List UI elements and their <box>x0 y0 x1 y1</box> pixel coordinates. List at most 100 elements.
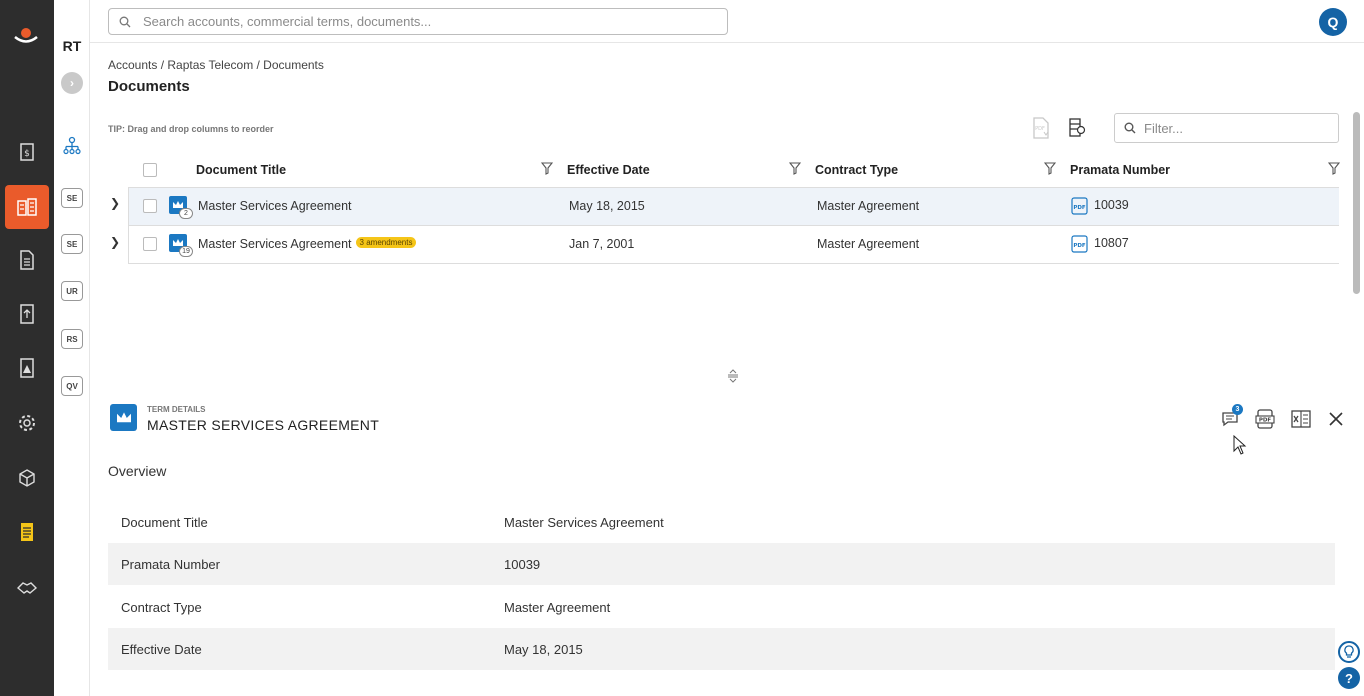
detail-value: 10039 <box>504 557 541 572</box>
detail-value: May 18, 2015 <box>504 642 583 657</box>
detail-label: Contract Type <box>121 600 202 615</box>
contract-type-cell: Master Agreement <box>817 237 920 251</box>
table-row[interactable]: 2 Master Services Agreement May 18, 2015… <box>128 188 1339 226</box>
detail-row: Pramata Number 10039 <box>108 543 1335 585</box>
detail-value: Master Agreement <box>504 600 611 615</box>
detail-label: Effective Date <box>121 642 202 657</box>
crown-icon: 19 <box>169 234 193 257</box>
grid-header: Document Title Effective Date Contract T… <box>128 152 1340 188</box>
amendments-badge: 3 amendments <box>355 237 417 249</box>
global-search <box>108 8 728 35</box>
row-checkbox[interactable] <box>143 237 157 251</box>
hierarchy-icon[interactable] <box>62 136 82 156</box>
comments-button[interactable]: 3 <box>1217 404 1243 432</box>
pdf-icon: PDF <box>1255 409 1275 429</box>
account-chip[interactable]: UR <box>61 281 83 301</box>
document-title-link[interactable]: Master Services Agreement <box>198 199 352 213</box>
document-title-cell: Master Services Agreement 3 amendments <box>198 237 417 251</box>
column-header-contract-type[interactable]: Contract Type <box>815 163 898 177</box>
filter-input[interactable] <box>1144 120 1324 136</box>
package-box-icon[interactable] <box>5 456 49 500</box>
crown-icon <box>110 404 137 431</box>
app-logo-icon[interactable] <box>12 24 40 48</box>
page-title: Documents <box>108 78 190 95</box>
term-details-title: MASTER SERVICES AGREEMENT <box>147 417 380 433</box>
account-chip[interactable]: SE <box>61 188 83 208</box>
row-checkbox[interactable] <box>143 199 157 213</box>
row-expand-chevron-icon[interactable]: ❯ <box>110 196 120 210</box>
column-header-effective-date[interactable]: Effective Date <box>567 163 650 177</box>
detail-row: Effective Date May 18, 2015 <box>108 628 1335 670</box>
pdf-view-button[interactable]: PDF <box>1252 406 1278 432</box>
search-input[interactable] <box>143 14 703 29</box>
svg-text:PDF: PDF <box>1073 205 1086 211</box>
detail-row: Document Title Master Services Agreement <box>108 501 1335 543</box>
excel-export-button[interactable] <box>1288 406 1314 432</box>
top-bar: Q <box>90 0 1364 43</box>
user-avatar[interactable]: Q <box>1319 8 1347 36</box>
column-header-pramata-number[interactable]: Pramata Number <box>1070 163 1170 177</box>
tip-text: TIP: Drag and drop columns to reorder <box>108 124 274 134</box>
filter-funnel-icon[interactable] <box>1328 162 1340 175</box>
main-nav: $ <box>0 0 54 696</box>
detail-row: Contract Type Master Agreement <box>108 586 1335 628</box>
detail-label: Pramata Number <box>121 557 220 572</box>
account-chip[interactable]: QV <box>61 376 83 396</box>
search-icon <box>1124 122 1136 134</box>
help-button[interactable]: ? <box>1338 667 1360 689</box>
close-button[interactable] <box>1323 406 1349 432</box>
document-title-link[interactable]: Master Services Agreement <box>198 237 352 251</box>
pramata-number-link[interactable]: 10039 <box>1094 198 1129 212</box>
pdf-export-icon: PDF <box>1033 117 1049 139</box>
lightbulb-icon[interactable] <box>1338 641 1360 663</box>
svg-text:PDF: PDF <box>1035 126 1045 132</box>
expand-panel-button[interactable]: › <box>61 72 83 94</box>
filter-funnel-icon[interactable] <box>1044 162 1056 175</box>
pdf-icon[interactable]: PDF <box>1071 235 1088 253</box>
contract-type-cell: Master Agreement <box>817 199 920 213</box>
export-pdf-button[interactable]: PDF <box>1028 115 1054 141</box>
child-count-badge: 2 <box>179 208 193 219</box>
detail-label: Document Title <box>121 515 208 530</box>
search-icon <box>119 16 131 27</box>
vertical-scrollbar[interactable] <box>1353 112 1360 294</box>
term-details-kicker: TERM DETAILS <box>147 405 206 414</box>
filter-funnel-icon[interactable] <box>789 162 801 175</box>
upload-document-icon[interactable] <box>5 292 49 336</box>
contract-dollar-icon[interactable]: $ <box>5 130 49 174</box>
account-chip[interactable]: RS <box>61 329 83 349</box>
document-icon[interactable] <box>5 238 49 282</box>
select-all-checkbox[interactable] <box>143 163 157 177</box>
column-chooser-button[interactable] <box>1064 115 1090 141</box>
column-header-document-title[interactable]: Document Title <box>196 163 286 177</box>
svg-text:PDF: PDF <box>1259 418 1272 424</box>
row-expand-chevron-icon[interactable]: ❯ <box>110 235 120 249</box>
account-initials: RT <box>62 38 82 54</box>
splitter-handle-icon[interactable] <box>726 369 740 383</box>
account-panel: RT › SE SE UR RS QV <box>54 0 90 696</box>
child-count-badge: 19 <box>179 246 193 257</box>
table-row[interactable]: 19 Master Services Agreement 3 amendments… <box>128 226 1339 264</box>
close-icon <box>1329 412 1343 426</box>
accounts-building-icon[interactable] <box>5 185 49 229</box>
detail-value: Master Services Agreement <box>504 515 664 530</box>
report-icon[interactable] <box>5 346 49 390</box>
overview-heading: Overview <box>108 463 167 479</box>
comment-count-badge: 3 <box>1232 404 1243 415</box>
svg-text:PDF: PDF <box>1073 243 1086 249</box>
settings-gear-icon[interactable] <box>5 401 49 445</box>
effective-date-cell: May 18, 2015 <box>569 199 645 213</box>
svg-text:$: $ <box>24 149 30 159</box>
columns-icon <box>1069 118 1086 137</box>
grid-filter <box>1114 113 1339 143</box>
chevron-right-icon: › <box>70 76 74 90</box>
pdf-icon[interactable]: PDF <box>1071 197 1088 215</box>
mouse-cursor-icon <box>1233 435 1247 455</box>
breadcrumb: Accounts / Raptas Telecom / Documents <box>108 58 324 72</box>
excel-icon <box>1291 410 1311 428</box>
account-chip[interactable]: SE <box>61 234 83 254</box>
pramata-number-link[interactable]: 10807 <box>1094 236 1129 250</box>
filter-funnel-icon[interactable] <box>541 162 553 175</box>
documents-yellow-icon[interactable] <box>5 510 49 554</box>
handshake-icon[interactable] <box>5 565 49 609</box>
